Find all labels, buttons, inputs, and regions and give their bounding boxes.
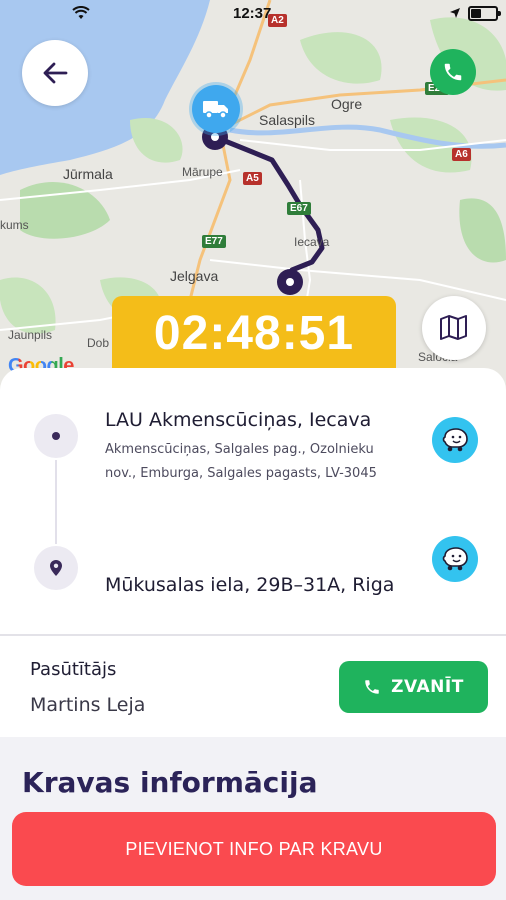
client-label: Pasūtītājs xyxy=(30,659,117,680)
add-cargo-info-button[interactable]: PIEVIENOT INFO PAR KRAVU xyxy=(12,812,496,886)
truck-icon xyxy=(203,101,228,119)
road-shield-e67: E67 xyxy=(287,202,311,215)
client-name: Martins Leja xyxy=(30,694,146,716)
map-label-jurmala: Jūrmala xyxy=(63,166,113,182)
battery-icon xyxy=(468,6,501,21)
location-arrow-icon xyxy=(450,8,460,18)
route-stops: LAU Akmenscūciņas, Iecava Akmenscūciņas,… xyxy=(0,368,506,634)
destination-marker xyxy=(34,546,78,590)
map-label-iecava: Iecava xyxy=(294,235,330,249)
truck-marker xyxy=(192,85,240,133)
destination-title: Mūkusalas iela, 29B–31A, Riga xyxy=(105,574,395,596)
arrow-left-icon xyxy=(43,62,68,84)
navigate-destination-waze-button[interactable] xyxy=(432,536,478,582)
status-time: 12:37 xyxy=(233,5,272,22)
cargo-section-title: Kravas informācija xyxy=(22,766,318,799)
section-divider xyxy=(0,634,506,636)
map-label-dobele: Dob xyxy=(87,336,110,350)
map-label-ogre: Ogre xyxy=(331,96,363,112)
map-label-salaspils: Salaspils xyxy=(259,112,316,128)
origin-title: LAU Akmenscūciņas, Iecava xyxy=(105,409,372,431)
waze-icon xyxy=(442,547,468,571)
road-shield-a6: A6 xyxy=(452,148,471,161)
back-button[interactable] xyxy=(22,40,88,106)
timer-value: 02:48:51 xyxy=(153,307,355,360)
call-client-button[interactable]: ZVANĪT xyxy=(339,661,488,713)
location-pin-icon xyxy=(50,560,62,576)
call-client-label: ZVANĪT xyxy=(391,677,464,697)
navigate-origin-waze-button[interactable] xyxy=(432,417,478,463)
phone-icon xyxy=(444,63,462,81)
road-shield-e77: E77 xyxy=(202,235,226,248)
origin-marker xyxy=(34,414,78,458)
wifi-icon xyxy=(72,6,90,19)
map-icon xyxy=(440,315,467,340)
status-bar: 12:37 xyxy=(0,0,506,30)
map-toggle-button[interactable] xyxy=(422,296,486,360)
map-label-marupe: Mārupe xyxy=(182,165,223,179)
map-label-jelgava: Jelgava xyxy=(170,268,219,284)
route-connector xyxy=(55,460,57,544)
map-label-kums: kums xyxy=(0,218,29,232)
add-cargo-info-label: PIEVIENOT INFO PAR KRAVU xyxy=(125,838,383,859)
origin-address-line1: Akmenscūciņas, Salgales pag., Ozolnieku xyxy=(105,442,374,457)
road-shield-a5: A5 xyxy=(243,172,262,185)
origin-address-line2: nov., Emburga, Salgales pagasts, LV-3045 xyxy=(105,466,377,481)
map-label-jaunpils: Jaunpils xyxy=(8,328,53,342)
phone-icon xyxy=(365,680,379,694)
waze-icon xyxy=(442,428,468,452)
call-driver-button[interactable] xyxy=(430,49,476,95)
